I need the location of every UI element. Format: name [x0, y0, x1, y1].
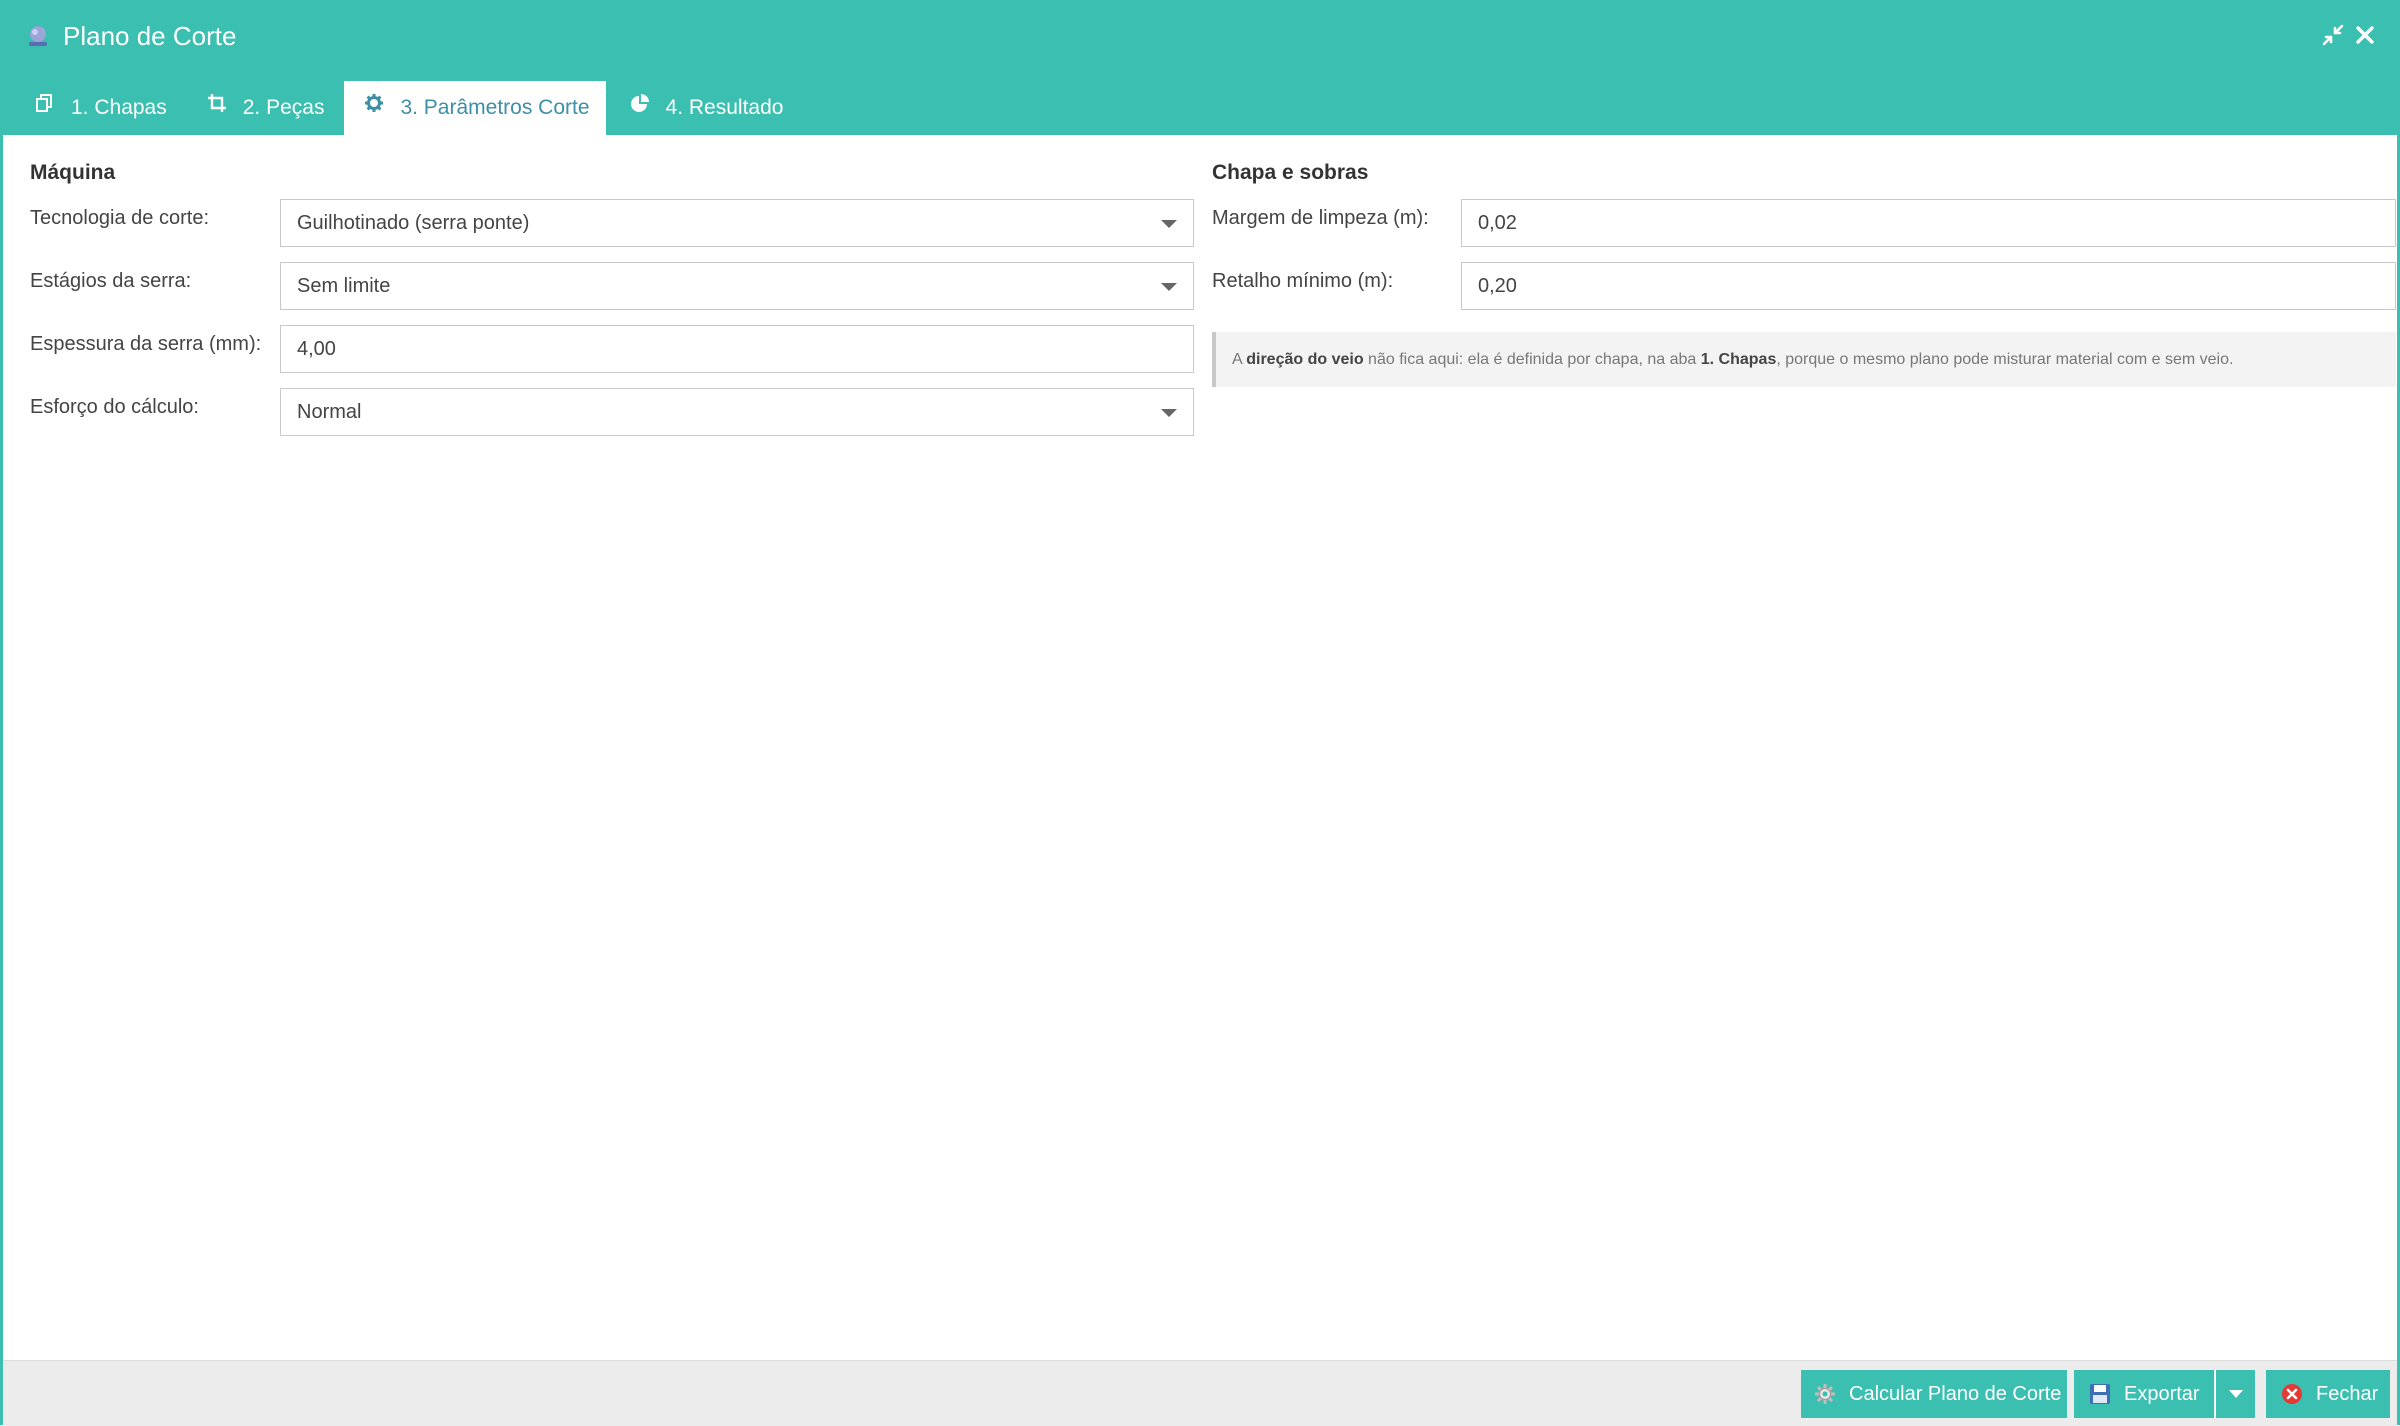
note-text-2: não fica aqui: ela é definida por chapa,…	[1363, 351, 1701, 368]
compress-icon[interactable]	[2321, 23, 2345, 47]
close-label: Fechar	[2316, 1382, 2379, 1405]
export-label: Exportar	[2124, 1382, 2200, 1405]
tab-chapas[interactable]: 1. Chapas	[15, 81, 183, 135]
grain-direction-note: A direção do veio não fica aqui: ela é d…	[1212, 332, 2396, 387]
chevron-down-icon	[1161, 220, 1177, 228]
saw-stages-select[interactable]: Sem limite	[280, 262, 1194, 310]
cleaning-margin-row: Margem de limpeza (m):	[1212, 199, 2396, 247]
calc-effort-label: Esforço do cálculo:	[30, 396, 199, 418]
min-remnant-row: Retalho mínimo (m):	[1212, 262, 2396, 310]
cut-technology-row: Tecnologia de corte: Guilhotinado (serra…	[30, 199, 1194, 247]
sheets-icon	[36, 94, 52, 112]
close-circle-icon	[2282, 1384, 2302, 1404]
cut-technology-select[interactable]: Guilhotinado (serra ponte)	[280, 199, 1194, 247]
tab-chapas-label: 1. Chapas	[71, 96, 167, 119]
tab-resultado[interactable]: 4. Resultado	[610, 81, 800, 135]
cut-technology-value: Guilhotinado (serra ponte)	[297, 212, 530, 234]
machine-section-title: Máquina	[30, 161, 116, 184]
crop-icon	[207, 94, 226, 112]
export-dropdown-toggle[interactable]	[2215, 1370, 2255, 1418]
tab-parametros-corte-label: 3. Parâmetros Corte	[400, 96, 590, 119]
saw-stages-label: Estágios da serra:	[30, 270, 192, 292]
tab-resultado-label: 4. Resultado	[665, 96, 784, 119]
sheet-section-title: Chapa e sobras	[1212, 161, 1369, 184]
title-bar[interactable]: Plano de Corte 1. Chapas 2. Peças 3. Par…	[3, 3, 2397, 135]
chevron-down-icon	[1161, 283, 1177, 291]
gear-icon	[1815, 1384, 1835, 1404]
note-text-1: A	[1232, 351, 1247, 368]
min-remnant-label: Retalho mínimo (m):	[1212, 270, 1394, 292]
min-remnant-input[interactable]	[1461, 262, 2396, 310]
saw-thickness-row: Espessura da serra (mm):	[30, 325, 1194, 373]
pie-chart-icon	[630, 94, 649, 112]
export-button[interactable]: Exportar	[2074, 1370, 2214, 1418]
calc-effort-row: Esforço do cálculo: Normal	[30, 388, 1194, 436]
saw-thickness-label: Espessura da serra (mm):	[30, 333, 262, 355]
saw-stages-row: Estágios da serra: Sem limite	[30, 262, 1194, 310]
tab-bar: 1. Chapas 2. Peças 3. Parâmetros Corte 4…	[15, 81, 803, 135]
saw-stages-value: Sem limite	[297, 275, 391, 297]
footer-bar: Calcular Plano de Corte Exportar Fechar	[3, 1360, 2397, 1426]
gear-icon	[365, 94, 384, 112]
saw-thickness-input[interactable]	[280, 325, 1194, 373]
close-button[interactable]: Fechar	[2266, 1370, 2390, 1418]
tab-pecas[interactable]: 2. Peças	[187, 81, 341, 135]
chevron-down-icon	[1161, 409, 1177, 417]
window-title: Plano de Corte	[63, 21, 237, 51]
note-bold-tab: 1. Chapas	[1700, 351, 1777, 368]
app-logo-icon	[29, 26, 47, 46]
calc-effort-select[interactable]: Normal	[280, 388, 1194, 436]
note-text-3: , porque o mesmo plano pode misturar mat…	[1776, 351, 2234, 368]
caret-down-icon	[2228, 1390, 2243, 1398]
note-bold-grain: direção do veio	[1246, 351, 1364, 368]
cleaning-margin-label: Margem de limpeza (m):	[1212, 207, 1429, 229]
tab-parametros-corte[interactable]: 3. Parâmetros Corte	[344, 81, 606, 135]
tab-pecas-label: 2. Peças	[242, 96, 325, 119]
close-icon[interactable]	[2353, 23, 2377, 47]
floppy-disk-icon	[2090, 1384, 2110, 1404]
cleaning-margin-input[interactable]	[1461, 199, 2396, 247]
cut-technology-label: Tecnologia de corte:	[30, 207, 210, 229]
calc-effort-value: Normal	[297, 401, 362, 423]
calculate-button[interactable]: Calcular Plano de Corte	[1801, 1370, 2067, 1418]
calculate-label: Calcular Plano de Corte	[1849, 1382, 2062, 1405]
plano-de-corte-window: Plano de Corte 1. Chapas 2. Peças 3. Par…	[0, 0, 2400, 1426]
